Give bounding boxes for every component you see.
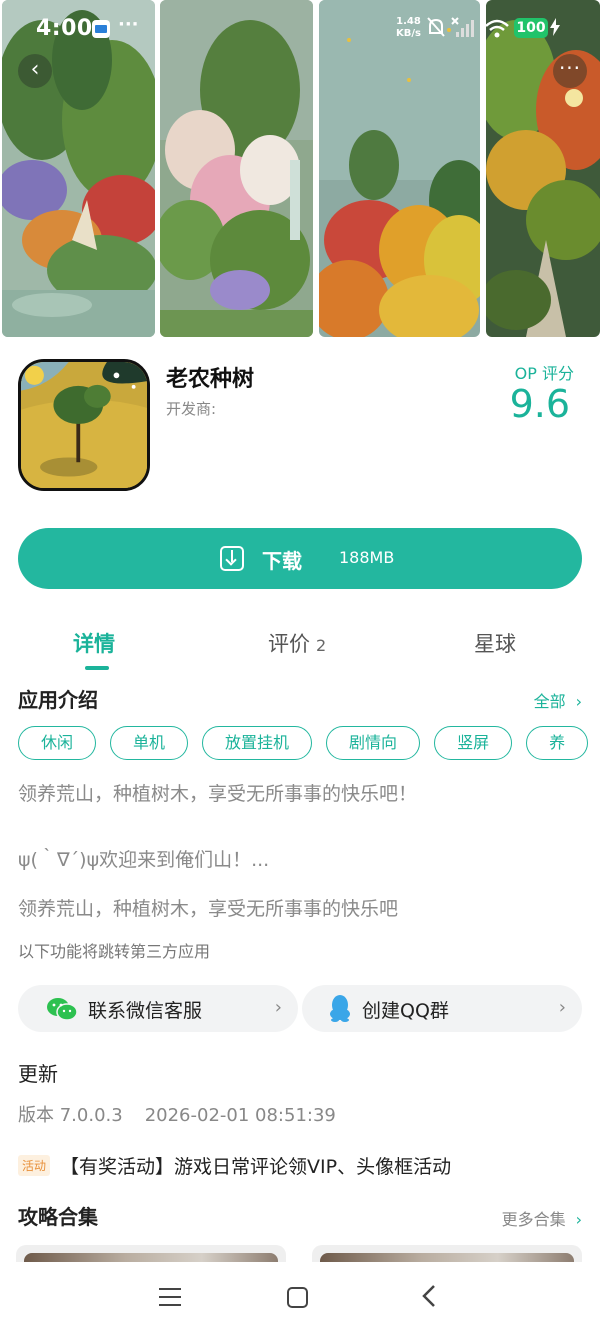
chevron-right-icon: ›	[274, 997, 282, 1018]
network-speed-value: 1.48	[396, 16, 421, 27]
op-score-label: OP 评分	[514, 364, 574, 383]
intro-description-line[interactable]: ψ(｀∇´)ψ欢迎来到俺们山！...	[18, 845, 269, 872]
status-icons	[427, 17, 509, 38]
charging-icon	[550, 18, 560, 36]
qq-icon	[330, 995, 350, 1022]
update-date: 2026-02-01 08:51:39	[144, 1105, 336, 1126]
wifi-icon	[485, 19, 509, 38]
nav-home-icon[interactable]	[287, 1287, 308, 1308]
activity-text: 【有奖活动】游戏日常评论领VIP、头像框活动	[60, 1156, 452, 1178]
more-icon[interactable]: ···	[553, 54, 587, 88]
third-party-note: 以下功能将跳转第三方应用	[18, 942, 211, 961]
download-button[interactable]: 下载 188MB	[18, 528, 582, 589]
tab-bar: 详情 评价 2 星球	[0, 622, 600, 672]
nav-menu-icon[interactable]	[159, 1288, 181, 1306]
status-bar: 4:00 ··· 1.48 KB/s 100	[0, 0, 600, 58]
tag-item[interactable]: 休闲	[18, 726, 97, 760]
wechat-service-button[interactable]: 联系微信客服 ›	[18, 985, 298, 1032]
chevron-right-icon: ›	[575, 692, 582, 711]
tab-details[interactable]: 详情	[73, 628, 115, 658]
tab-planet[interactable]: 星球	[474, 628, 516, 658]
app-icon	[18, 359, 150, 491]
status-time: 4:00	[36, 16, 93, 41]
status-more-dots: ···	[118, 14, 139, 35]
tag-list: 休闲 单机 放置挂机 剧情向 竖屏养	[18, 726, 600, 762]
chevron-right-icon: ›	[575, 1210, 582, 1229]
version-number: 版本 7.0.0.3	[18, 1105, 123, 1126]
create-qq-group-label: 创建QQ群	[362, 1000, 449, 1022]
active-tab-indicator	[85, 666, 109, 670]
more-collections-link[interactable]: 更多合集 ›	[502, 1206, 582, 1230]
app-name: 老农种树	[166, 367, 255, 392]
tab-reviews-label: 评价	[268, 632, 310, 656]
back-icon[interactable]: ‹	[18, 54, 52, 88]
developer-label: 开发商:	[166, 400, 217, 418]
version-info: 版本 7.0.0.3 2026-02-01 08:51:39	[18, 1101, 336, 1127]
tag-item[interactable]: 竖屏	[434, 726, 513, 760]
activity-link[interactable]: 活动 【有奖活动】游戏日常评论领VIP、头像框活动	[18, 1152, 451, 1179]
notification-app-icon	[92, 20, 110, 38]
tag-item[interactable]: 剧情向	[326, 726, 421, 760]
network-speed-unit: KB/s	[396, 28, 421, 39]
chevron-right-icon: ›	[558, 997, 566, 1018]
tag-item[interactable]: 单机	[110, 726, 189, 760]
tab-reviews-count: 2	[316, 636, 327, 655]
download-label: 下载	[262, 549, 302, 573]
tab-reviews[interactable]: 评价 2	[268, 628, 326, 658]
intro-description-line[interactable]: 领养荒山，种植树木，享受无所事事的快乐吧	[18, 894, 398, 921]
battery-indicator: 100	[514, 18, 548, 38]
op-score-value[interactable]: 9.6	[510, 382, 570, 426]
tag-item[interactable]: 放置挂机	[202, 726, 313, 760]
intro-title: 应用介绍	[18, 688, 98, 712]
download-icon	[220, 546, 244, 571]
network-speed: 1.48 KB/s	[396, 16, 421, 40]
mute-bell-icon	[427, 17, 445, 37]
update-title: 更新	[18, 1062, 58, 1086]
wechat-icon	[47, 998, 78, 1021]
intro-description-line[interactable]: 领养荒山，种植树木，享受无所事事的快乐吧！	[18, 779, 417, 806]
no-signal-icon	[451, 17, 474, 37]
create-qq-group-button[interactable]: 创建QQ群 ›	[302, 985, 582, 1032]
wechat-service-label: 联系微信客服	[88, 1000, 203, 1022]
system-nav-bar	[0, 1262, 600, 1333]
activity-badge: 活动	[18, 1155, 51, 1176]
screenshot-gallery[interactable]: 4:00 ··· 1.48 KB/s 100 ‹ ···	[0, 0, 600, 337]
intro-all-label: 全部	[533, 692, 566, 711]
tag-item[interactable]: 养	[526, 726, 589, 760]
more-collections-label: 更多合集	[501, 1210, 566, 1229]
guide-collection-title: 攻略合集	[18, 1205, 98, 1229]
download-size: 188MB	[339, 548, 395, 567]
intro-all-link[interactable]: 全部 ›	[534, 688, 582, 712]
nav-back-icon[interactable]	[422, 1284, 436, 1308]
